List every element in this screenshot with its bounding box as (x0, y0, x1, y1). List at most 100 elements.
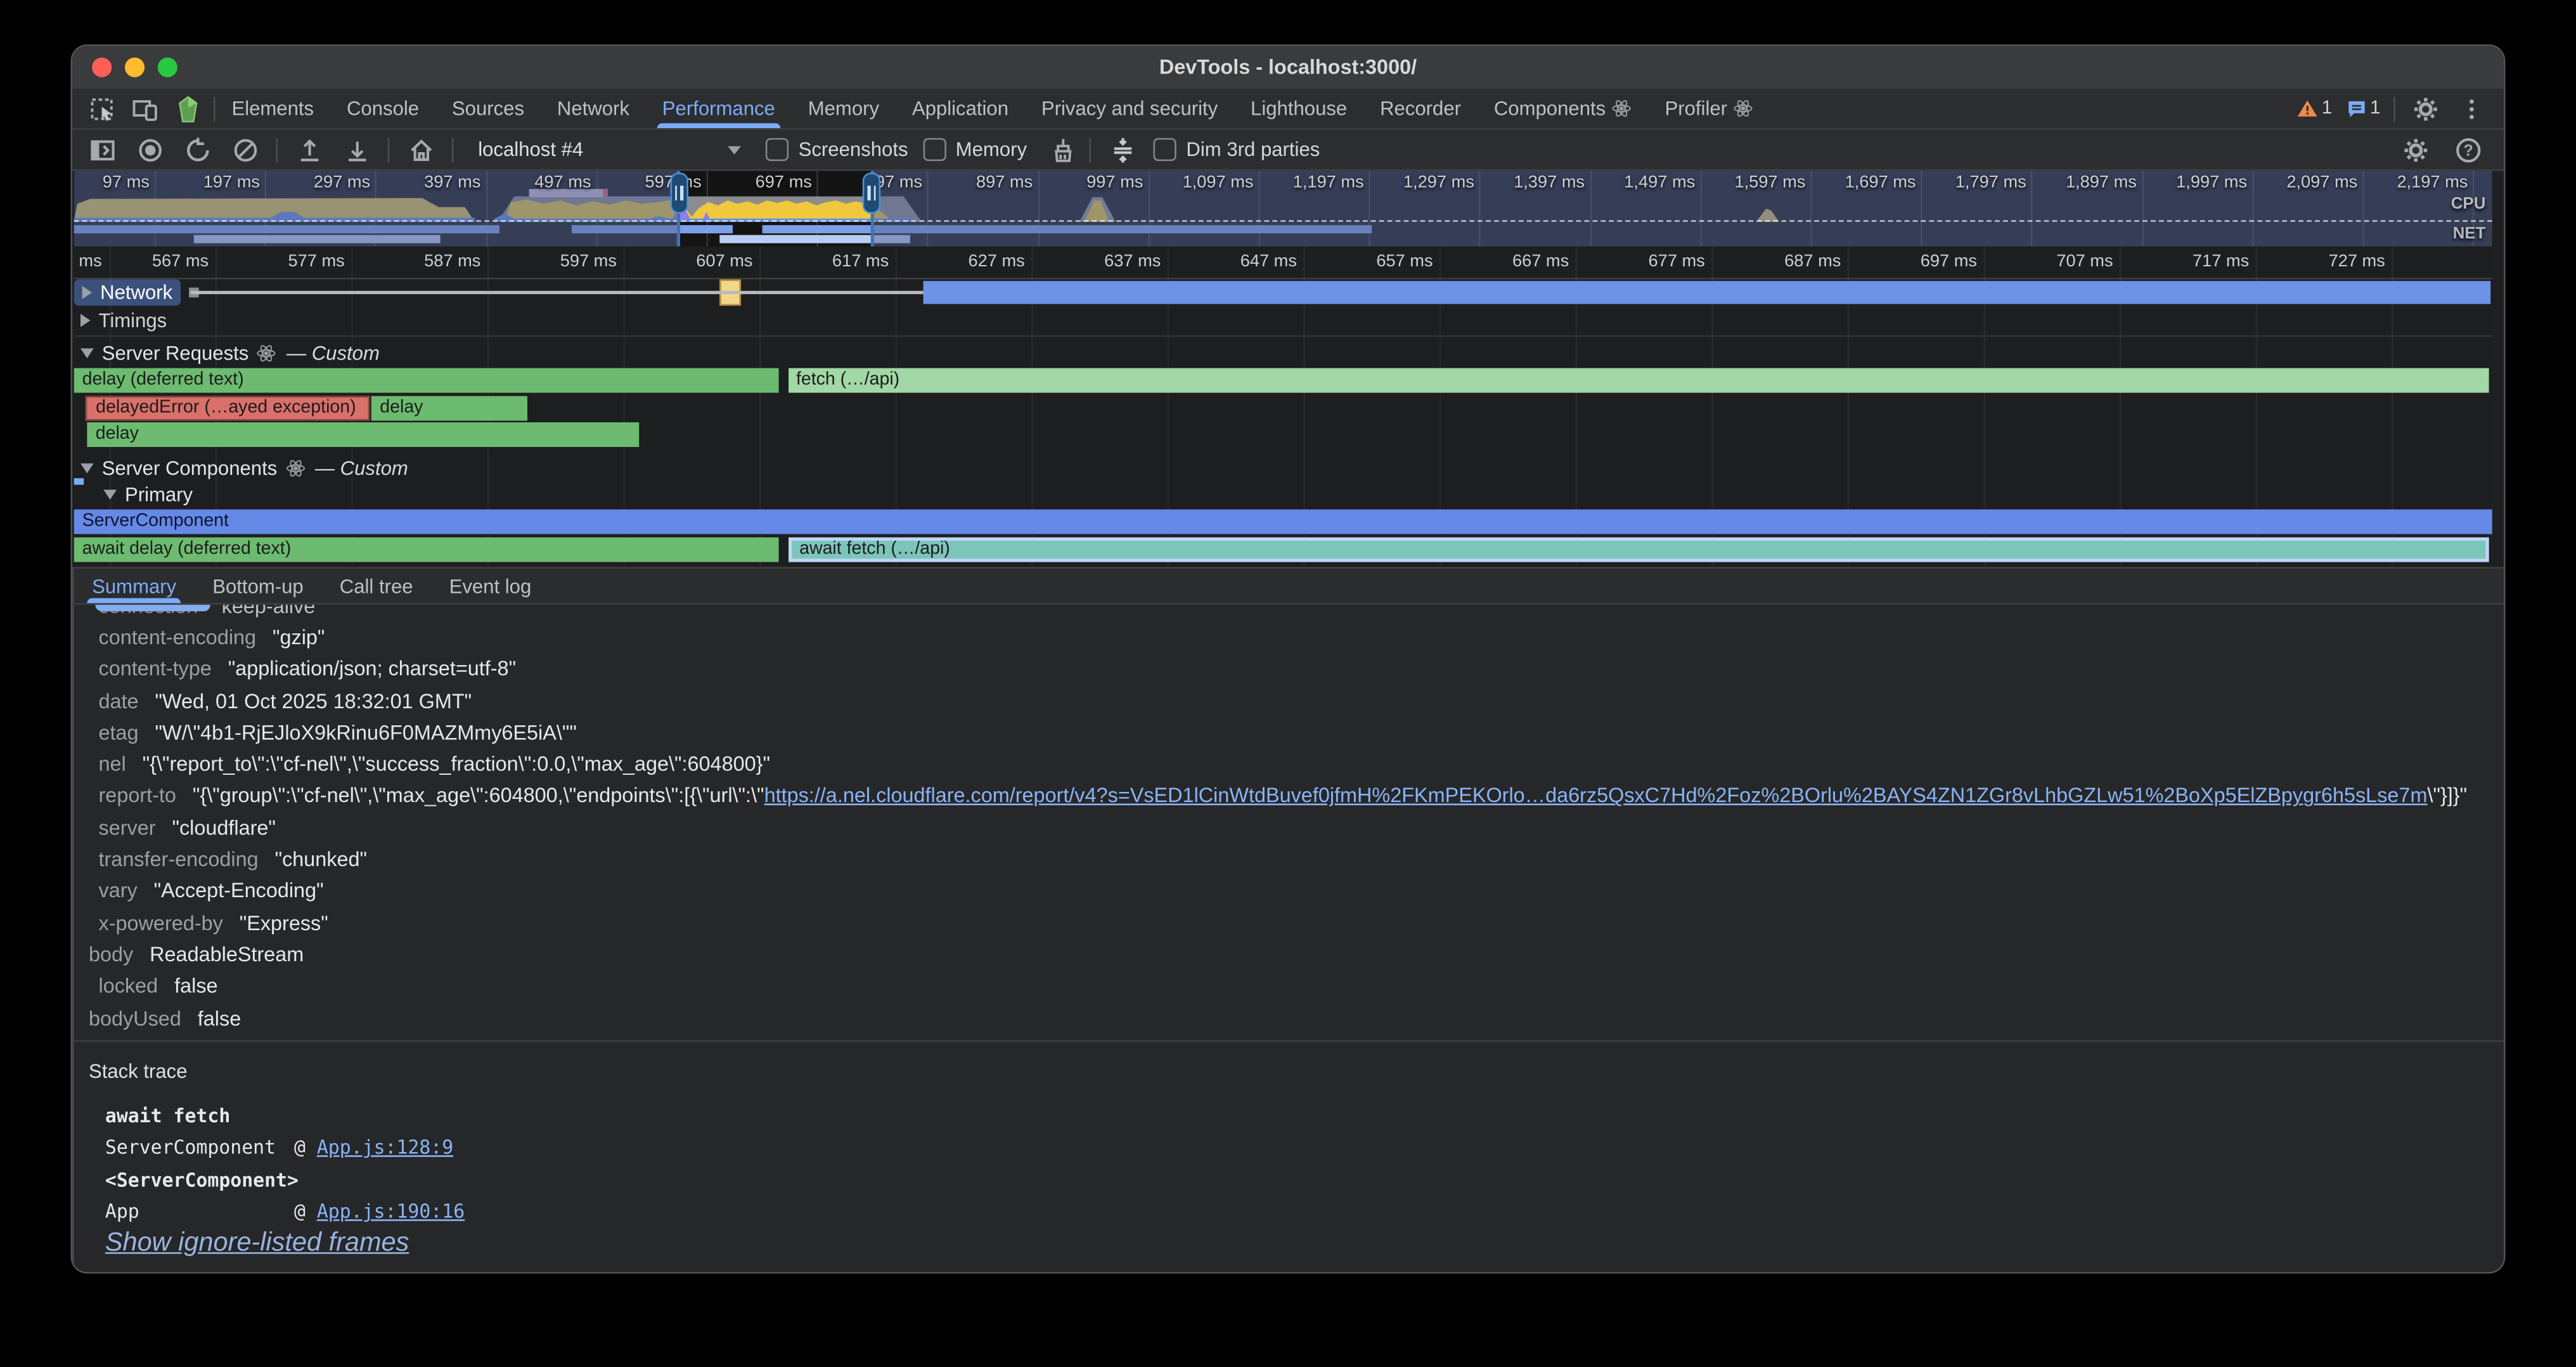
memory-label: Memory (956, 138, 1027, 161)
panel-settings-gear-icon[interactable] (2399, 133, 2431, 166)
event-bar-servercomponent[interactable]: ServerComponent (74, 509, 2492, 533)
property-value: "Accept-Encoding" (154, 879, 324, 902)
separator (388, 137, 390, 162)
property-value: "W/\"4b1-RjEJloX9kRinu6F0MAZMmy6E5iA\"" (155, 721, 577, 744)
messages-count: 1 (2370, 99, 2381, 119)
details-tab-call-tree[interactable]: Call tree (321, 569, 431, 603)
details-tab-summary[interactable]: Summary (74, 569, 195, 603)
event-bar-await-delay-deferred-text[interactable]: await delay (deferred text) (74, 536, 778, 561)
memory-checkbox[interactable]: Memory (923, 138, 1027, 161)
frame-source-link[interactable]: App.js:128:9 (317, 1136, 453, 1159)
property-row-nel: nel"{\"report_to\":\"cf-nel\",\"success_… (74, 749, 2504, 781)
selection-handle-right[interactable] (863, 172, 881, 214)
toggle-sidebar-icon[interactable] (86, 133, 119, 166)
chevron-down-icon (728, 145, 741, 153)
ruler-tick-label: 687 ms (1726, 252, 1841, 271)
stack-trace-title: Stack trace (74, 1057, 2504, 1088)
load-profile-icon[interactable] (292, 133, 325, 166)
inspect-element-icon[interactable] (86, 92, 119, 125)
separator (2393, 96, 2395, 121)
collapse-triangle-icon (80, 348, 94, 358)
property-row-etag: etag "W/\"4b1-RjEJloX9kRinu6F0MAZMmy6E5iA… (74, 717, 2504, 749)
details-pane: connection"keep-alive"content-encoding"g… (72, 605, 2504, 1272)
save-profile-icon[interactable] (340, 133, 373, 166)
property-value: "Wed, 01 Oct 2025 18:32:01 GMT" (155, 689, 472, 712)
screenshots-checkbox[interactable]: Screenshots (766, 138, 908, 161)
help-icon[interactable]: ? (2451, 133, 2484, 166)
separator (1090, 137, 1092, 162)
frame-source-link[interactable]: App.js:190:16 (317, 1200, 465, 1223)
tab-console[interactable]: Console (330, 89, 435, 128)
tab-recorder[interactable]: Recorder (1363, 89, 1478, 128)
dim-3rd-parties-checkbox[interactable]: Dim 3rd parties (1154, 138, 1320, 161)
tab-components[interactable]: Components (1478, 89, 1649, 128)
show-ignore-listed-frames-text[interactable]: Show ignore-listed frames (105, 1229, 409, 1257)
overview-tick-label: 997 ms (1045, 172, 1143, 192)
tab-performance[interactable]: Performance (646, 89, 792, 128)
report-to-url-link[interactable]: https://a.nel.cloudflare.com/report/v4?s… (764, 784, 2428, 807)
device-toolbar-icon[interactable] (128, 92, 161, 125)
section-server-components[interactable]: Server Components — Custom (74, 455, 408, 481)
home-icon[interactable] (404, 133, 437, 166)
tab-elements[interactable]: Elements (216, 89, 331, 128)
record-icon[interactable] (133, 133, 166, 166)
property-row-report-to: report-to"{\"group\":\"cf-nel\",\"max_ag… (74, 781, 2504, 812)
network-track-label[interactable]: Network (74, 278, 181, 304)
event-bar-delay[interactable]: delay (87, 422, 640, 447)
collect-garbage-broom-icon[interactable] (1041, 133, 1074, 166)
overview-tick-label: 2,197 ms (2369, 172, 2468, 192)
reload-and-record-icon[interactable] (181, 133, 214, 166)
tab-memory[interactable]: Memory (792, 89, 896, 128)
frame-location: @ App.js:190:16 (294, 1200, 465, 1223)
overview-tick-label: 1,097 ms (1155, 172, 1254, 192)
ruler-tick-label: 627 ms (910, 252, 1024, 271)
expand-triangle-icon (82, 285, 93, 299)
event-bar-delayederror-ayed-exception[interactable]: delayedError (…ayed exception) (86, 395, 369, 420)
event-bar-fetch-api[interactable]: fetch (…/api) (788, 368, 2490, 393)
ruler-tick-label: 587 ms (366, 252, 480, 271)
section-server-requests[interactable]: Server Requests — Custom (74, 340, 380, 366)
property-row-content-type: content-type"application/json; charset=u… (74, 653, 2504, 685)
kebab-menu-icon[interactable] (2454, 92, 2487, 125)
event-bar-delay[interactable]: delay (371, 395, 527, 420)
track-timings[interactable]: Timings (74, 306, 2492, 334)
property-key: etag (99, 721, 139, 744)
tab-application[interactable]: Application (896, 89, 1025, 128)
timeline-overview[interactable]: 97 ms197 ms297 ms397 ms497 ms597 ms697 m… (74, 171, 2492, 247)
flame-ruler: ms 567 ms577 ms587 ms597 ms607 ms617 ms6… (74, 247, 2492, 280)
settings-gear-icon[interactable] (2409, 92, 2442, 125)
details-tab-bottom-up[interactable]: Bottom-up (195, 569, 322, 603)
event-bar-netblue[interactable] (922, 280, 2490, 304)
details-tab-event-log[interactable]: Event log (431, 569, 550, 603)
property-value: "chunked" (275, 848, 368, 871)
titlebar: DevTools - localhost:3000/ (72, 46, 2504, 91)
profile-history-select[interactable]: localhost #4 (468, 133, 751, 166)
property-key: date (99, 689, 139, 712)
clear-icon[interactable] (228, 133, 261, 166)
messages-badge[interactable]: 1 (2345, 98, 2380, 119)
event-bar-delay-deferred-text[interactable]: delay (deferred text) (74, 368, 778, 393)
property-key: server (99, 816, 156, 839)
tab-label: Lighthouse (1251, 97, 1347, 120)
property-value: "keep-alive" (214, 605, 323, 618)
tab-sources[interactable]: Sources (435, 89, 541, 128)
tab-lighthouse[interactable]: Lighthouse (1234, 89, 1363, 128)
show-ignore-listed-frames-link[interactable]: Show ignore-listed frames (74, 1228, 2504, 1260)
selection-handle-left[interactable] (670, 172, 688, 214)
tab-privacy-and-security[interactable]: Privacy and security (1025, 89, 1234, 128)
screenshots-label: Screenshots (799, 138, 908, 161)
react-atom-icon (1613, 99, 1632, 119)
event-bar-await-fetch-api[interactable]: await fetch (…/api) (788, 536, 2490, 561)
flame-chart[interactable]: ms 567 ms577 ms587 ms597 ms607 ms617 ms6… (74, 247, 2492, 567)
tab-label: Network (557, 97, 629, 120)
green-gem-extension-icon[interactable] (171, 92, 204, 125)
ruler-tick-label: 677 ms (1590, 252, 1704, 271)
property-row-date: date "Wed, 01 Oct 2025 18:32:01 GMT" (74, 685, 2504, 717)
group-primary[interactable]: Primary (74, 481, 193, 507)
warnings-badge[interactable]: 1 (2297, 99, 2332, 119)
tab-profiler[interactable]: Profiler (1649, 89, 1770, 128)
tab-network[interactable]: Network (541, 89, 646, 128)
collapse-triangle-icon (103, 489, 117, 500)
checkbox-box (766, 138, 789, 161)
shortcuts-collapse-icon[interactable] (1105, 133, 1138, 166)
